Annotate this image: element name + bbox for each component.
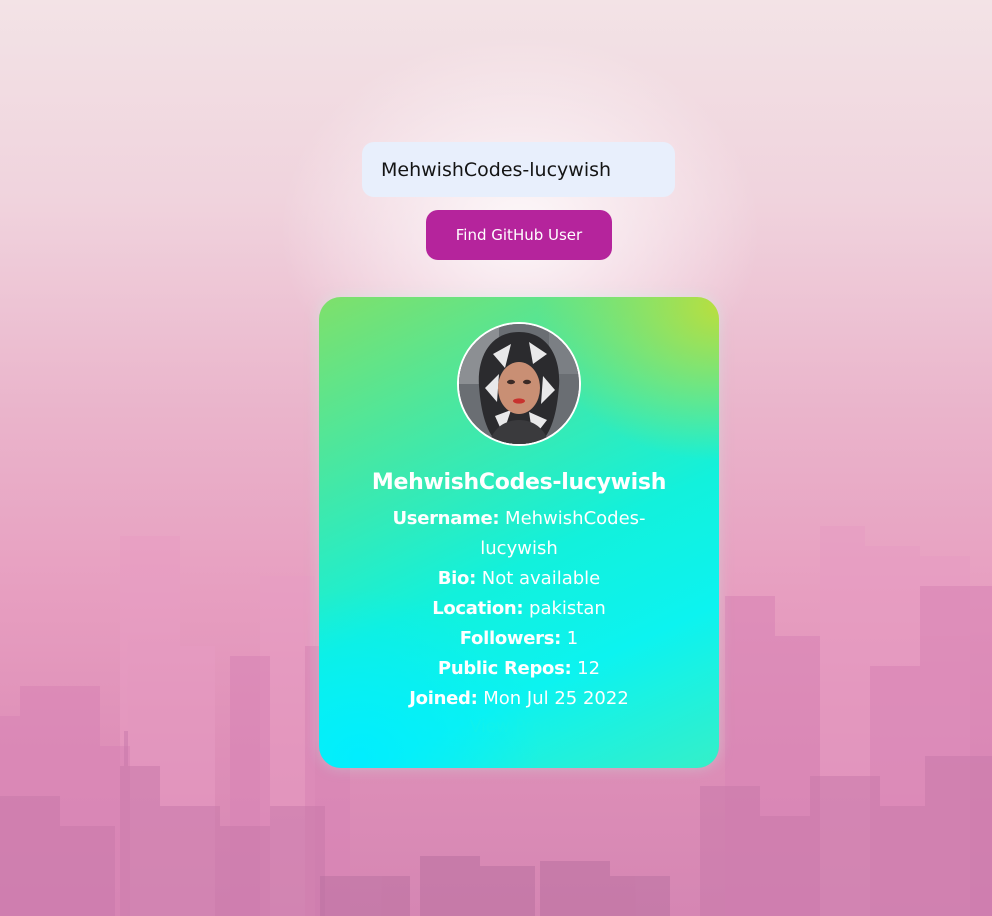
detail-username: Username: MehwishCodes-lucywish xyxy=(369,504,669,564)
detail-value: Not available xyxy=(481,568,601,589)
detail-label: Location: xyxy=(432,598,524,619)
avatar xyxy=(457,322,581,446)
detail-value: pakistan xyxy=(529,598,606,619)
profile-name: MehwishCodes-lucywish xyxy=(371,470,667,495)
profile-card: MehwishCodes-lucywish Username: MehwishC… xyxy=(319,297,719,768)
detail-value: 1 xyxy=(566,628,579,649)
profile-details: Username: MehwishCodes-lucywish Bio: Not… xyxy=(369,504,669,714)
detail-joined: Joined: Mon Jul 25 2022 xyxy=(369,684,669,714)
user-avatar-photo-icon xyxy=(459,324,579,444)
detail-bio: Bio: Not available xyxy=(369,564,669,594)
find-github-user-button[interactable]: Find GitHub User xyxy=(426,210,612,260)
detail-value: Mon Jul 25 2022 xyxy=(483,688,629,709)
detail-label: Joined: xyxy=(409,688,478,709)
detail-label: Bio: xyxy=(437,568,477,589)
detail-label: Username: xyxy=(392,508,500,529)
detail-label: Public Repos: xyxy=(437,658,572,679)
detail-followers: Followers: 1 xyxy=(369,624,669,654)
github-username-input[interactable] xyxy=(362,142,675,197)
view-profile-link[interactable]: View Profile xyxy=(319,715,719,739)
detail-value: MehwishCodes-lucywish xyxy=(480,508,646,559)
detail-label: Followers: xyxy=(459,628,562,649)
detail-location: Location: pakistan xyxy=(369,594,669,624)
detail-public-repos: Public Repos: 12 xyxy=(369,654,669,684)
detail-value: 12 xyxy=(577,658,601,679)
